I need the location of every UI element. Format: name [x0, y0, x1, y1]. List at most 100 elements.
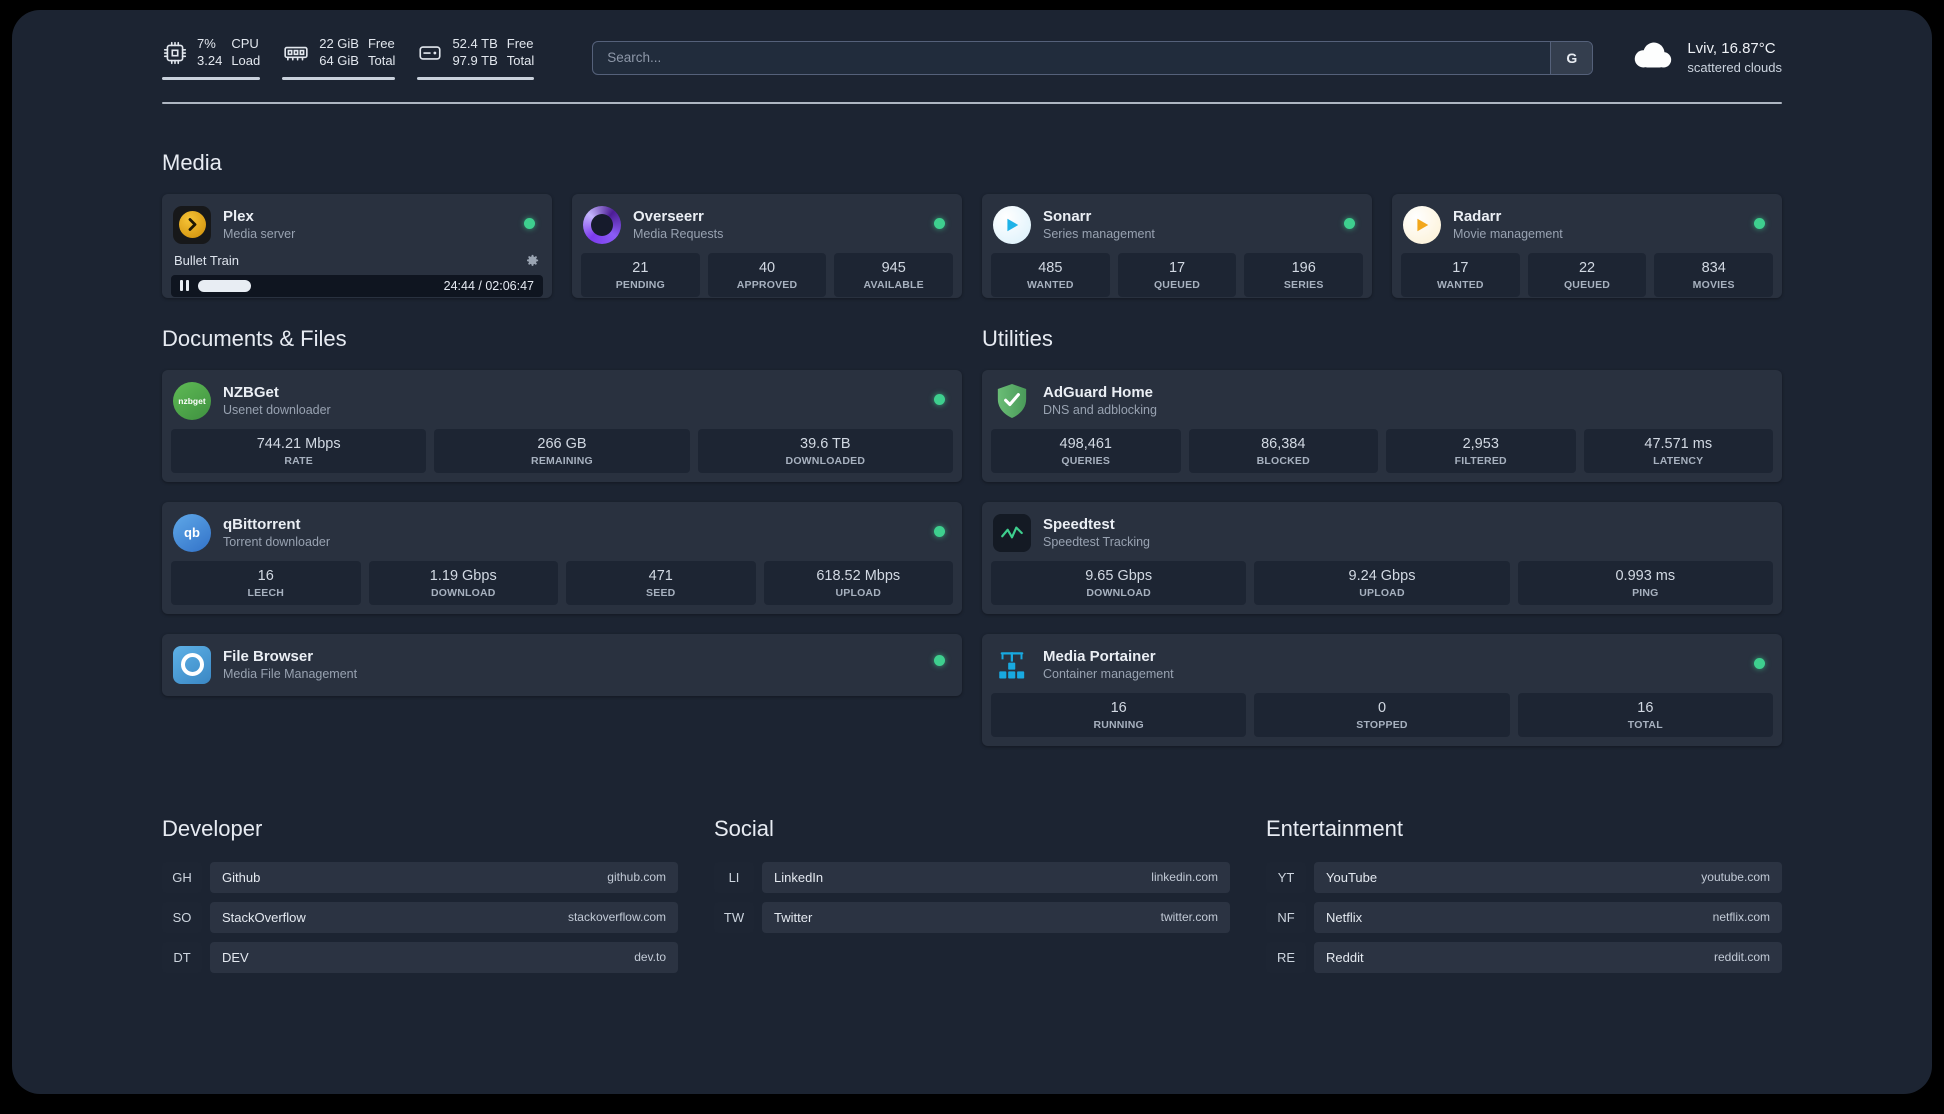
weather-widget[interactable]: Lviv, 16.87°C scattered clouds	[1629, 38, 1782, 77]
section-title-documents: Documents & Files	[162, 325, 347, 351]
bookmark-reddit[interactable]: RE Reddit reddit.com	[1266, 941, 1782, 973]
bookmark-name[interactable]: Twitter	[774, 910, 812, 925]
cpu-label: CPU	[231, 36, 259, 51]
service-subtitle: Movie management	[1453, 227, 1563, 242]
service-subtitle: Media File Management	[223, 667, 358, 682]
service-title[interactable]: NZBGet	[223, 384, 331, 401]
bookmark-name[interactable]: Github	[222, 870, 260, 885]
bookmark-domain: twitter.com	[1160, 910, 1218, 925]
stat-tile: 47.571 ms LATENCY	[1583, 428, 1773, 473]
weather-condition: scattered clouds	[1687, 60, 1782, 76]
bookmark-group-social: Social LI LinkedIn linkedin.com TW Twitte…	[714, 816, 1230, 942]
service-title[interactable]: Plex	[223, 208, 295, 225]
stat-tile: 16 RUNNING	[991, 692, 1247, 737]
service-title[interactable]: Overseerr	[633, 208, 723, 225]
bookmark-github[interactable]: GH Github github.com	[162, 861, 678, 893]
bookmark-domain: youtube.com	[1701, 870, 1770, 885]
stat-tile: 17 QUEUED	[1117, 252, 1237, 297]
service-title[interactable]: Media Portainer	[1043, 648, 1174, 665]
bookmark-twitter[interactable]: TW Twitter twitter.com	[714, 901, 1230, 933]
stat-tile: 834 MOVIES	[1654, 252, 1774, 297]
bookmark-abbr: YT	[1266, 861, 1306, 893]
disk-free-value: 52.4 TB	[452, 36, 498, 51]
plex-now-playing: Bullet Train 24:44 / 02:06:47	[171, 253, 543, 297]
service-card-portainer[interactable]: Media Portainer Container management 16 R…	[982, 633, 1782, 746]
bookmark-abbr: GH	[162, 861, 202, 893]
search-input[interactable]	[592, 40, 1594, 75]
bookmark-abbr: SO	[162, 901, 202, 933]
stat-tile: 1.19 Gbps DOWNLOAD	[368, 560, 558, 605]
stat-tile: 39.6 TB DOWNLOADED	[697, 428, 953, 473]
status-online-dot	[1344, 217, 1355, 229]
bookmark-abbr: RE	[1266, 941, 1306, 973]
service-title[interactable]: AdGuard Home	[1043, 384, 1157, 401]
service-title[interactable]: Speedtest	[1043, 516, 1150, 533]
section-documents: Documents & Files nzbget NZBGet Usenet d…	[162, 326, 962, 716]
cpu-percent: 7%	[197, 36, 216, 51]
stat-tile: 471 SEED	[566, 560, 756, 605]
overseerr-icon	[583, 205, 621, 244]
service-card-sonarr[interactable]: Sonarr Series management 485 WANTED 17 QUE…	[982, 193, 1372, 298]
status-online-dot	[1754, 217, 1765, 229]
settings-gear-icon[interactable]	[525, 253, 540, 268]
stat-tile: 945 AVAILABLE	[834, 252, 954, 297]
bookmark-stackoverflow[interactable]: SO StackOverflow stackoverflow.com	[162, 901, 678, 933]
bookmark-name[interactable]: Netflix	[1326, 910, 1362, 925]
bookmark-domain: linkedin.com	[1151, 870, 1218, 885]
stat-tile: 16 LEECH	[171, 560, 361, 605]
memory-free-label: Free	[367, 36, 395, 51]
topbar-divider	[162, 101, 1782, 104]
service-subtitle: Media server	[223, 227, 296, 242]
top-bar: 7% 3.24 CPU Load 22 GiB 64 GiB Free Tota…	[162, 10, 1782, 80]
bookmark-name[interactable]: LinkedIn	[774, 870, 823, 885]
stat-tile: 86,384 BLOCKED	[1188, 428, 1378, 473]
memory-total-label: Total	[367, 52, 396, 68]
cpu-load-label: Load	[231, 52, 261, 68]
service-card-filebrowser[interactable]: File Browser Media File Management	[162, 633, 962, 696]
search-bar: G	[592, 40, 1594, 75]
service-card-overseerr[interactable]: Overseerr Media Requests 21 PENDING 40 APP…	[572, 193, 962, 298]
bookmark-name[interactable]: YouTube	[1326, 870, 1377, 885]
stat-tile: 266 GB REMAINING	[434, 428, 690, 473]
service-card-plex[interactable]: Plex Media server Bullet Train 24:44 / 0…	[162, 193, 552, 298]
pause-icon[interactable]	[180, 280, 189, 292]
bookmark-linkedin[interactable]: LI LinkedIn linkedin.com	[714, 861, 1230, 893]
service-subtitle: Media Requests	[633, 227, 724, 242]
service-subtitle: DNS and adblocking	[1043, 403, 1157, 418]
bookmark-dev[interactable]: DT DEV dev.to	[162, 941, 678, 973]
stat-tile: 498,461 QUERIES	[991, 428, 1181, 473]
service-card-nzbget[interactable]: nzbget NZBGet Usenet downloader 744.21 M…	[162, 369, 962, 482]
service-title[interactable]: Radarr	[1453, 208, 1563, 225]
bookmark-name[interactable]: Reddit	[1326, 950, 1364, 965]
dashboard-panel: 7% 3.24 CPU Load 22 GiB 64 GiB Free Tota…	[12, 10, 1932, 1094]
service-title[interactable]: qBittorrent	[223, 516, 330, 533]
bookmark-abbr: NF	[1266, 901, 1306, 933]
status-online-dot	[1754, 657, 1765, 669]
bookmark-abbr: TW	[714, 901, 754, 933]
bookmark-name[interactable]: DEV	[222, 950, 249, 965]
service-subtitle: Usenet downloader	[223, 403, 331, 418]
stat-tile: 21 PENDING	[581, 252, 700, 297]
service-title[interactable]: File Browser	[223, 648, 357, 665]
service-subtitle: Series management	[1043, 227, 1155, 242]
bookmark-name[interactable]: StackOverflow	[222, 910, 306, 925]
section-utilities: Utilities AdGuard Home DNS and adblockin…	[982, 326, 1782, 766]
status-online-dot	[934, 393, 945, 405]
status-online-dot	[524, 217, 535, 229]
service-title[interactable]: Sonarr	[1043, 208, 1155, 225]
filebrowser-icon	[173, 645, 211, 684]
service-card-adguard[interactable]: AdGuard Home DNS and adblocking 498,461 Q…	[982, 369, 1782, 482]
bookmark-domain: netflix.com	[1712, 910, 1770, 925]
stat-tile: 16 TOTAL	[1517, 692, 1773, 737]
playback-progress-bar[interactable]: 24:44 / 02:06:47	[171, 274, 543, 297]
stat-tile: 744.21 Mbps RATE	[171, 428, 427, 473]
search-provider-button[interactable]: G	[1550, 41, 1593, 74]
bookmark-domain: github.com	[607, 870, 666, 885]
portainer-crane-icon	[993, 646, 1031, 684]
service-card-radarr[interactable]: Radarr Movie management 17 WANTED 22 QUEUE…	[1392, 193, 1782, 298]
cpu-load-value: 3.24	[197, 52, 223, 68]
service-card-qbittorrent[interactable]: qb qBittorrent Torrent downloader 16 LEEC…	[162, 501, 962, 614]
bookmark-youtube[interactable]: YT YouTube youtube.com	[1266, 861, 1782, 893]
bookmark-netflix[interactable]: NF Netflix netflix.com	[1266, 901, 1782, 933]
service-card-speedtest[interactable]: Speedtest Speedtest Tracking 9.65 Gbps DO…	[982, 501, 1782, 614]
